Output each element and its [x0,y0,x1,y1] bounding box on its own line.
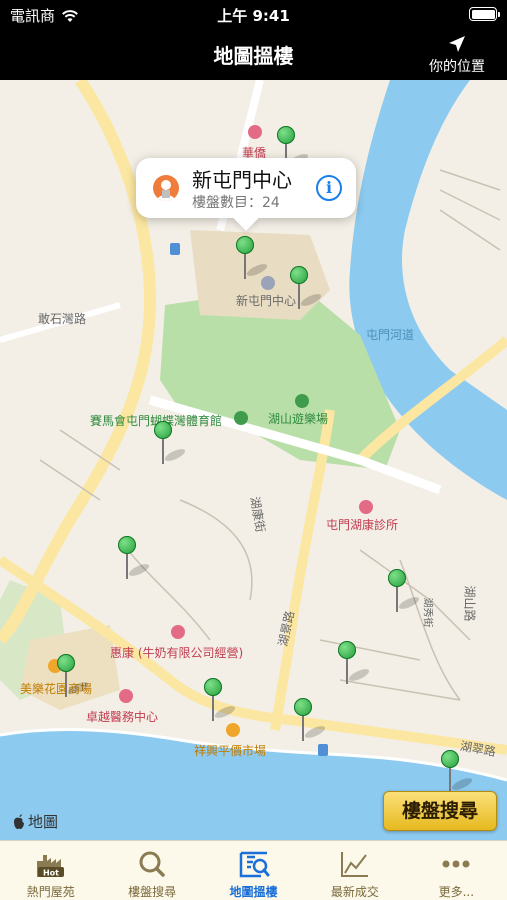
search-icon [139,851,165,877]
tab-bar: Hot 熱門屋苑 樓盤搜尋 地圖搵樓 最新成交 更多... [0,840,507,900]
tab-latest-transactions[interactable]: 最新成交 [304,841,405,900]
property-search-button[interactable]: 樓盤搜尋 [383,791,497,831]
map-pin[interactable] [290,266,323,314]
status-bar: 電訊商 上午 9:41 [0,0,507,28]
map-pin[interactable] [388,569,421,617]
map-label-shop: 惠康 (牛奶有限公司經營) [110,646,244,660]
map-pin[interactable] [57,654,90,702]
navigation-bar: 地圖搵樓 你的位置 [0,28,507,80]
tab-hot-estates[interactable]: Hot 熱門屋苑 [0,841,101,900]
info-icon[interactable]: i [316,175,342,201]
tab-label: 地圖搵樓 [229,885,278,899]
tab-label: 樓盤搜尋 [128,885,177,899]
map-label-street-right: 湖山路 [462,585,477,622]
map-label-center: 新屯門中心 [236,294,297,308]
map-pin[interactable] [118,536,151,584]
svg-text:Hot: Hot [43,869,59,878]
chart-icon [340,852,368,877]
map-search-icon [239,851,270,878]
tab-map-search[interactable]: 地圖搵樓 [203,841,304,900]
map-label-medical: 卓越醫務中心 [86,710,159,724]
map-callout[interactable]: 新屯門中心 樓盤數目：24 i [136,158,356,218]
tab-property-search[interactable]: 樓盤搜尋 [101,841,202,900]
map-label-street-left: 敢石灣路 [38,312,87,326]
estate-avatar-icon [153,175,179,201]
map-pin[interactable] [154,421,187,469]
map-pin[interactable] [294,698,327,746]
status-time: 上午 9:41 [217,7,290,25]
tab-label: 最新成交 [330,885,379,899]
map-label-clinic: 屯門湖康診所 [326,518,399,532]
map-label-street-right2: 湖秀街 [421,597,433,628]
map-label-river: 屯門河道 [366,328,415,342]
map-pin[interactable] [204,678,237,726]
hot-estates-icon: Hot [36,855,64,878]
map-pin[interactable] [236,236,269,284]
map-attribution: 地圖 [12,811,58,832]
callout-title: 新屯門中心 [192,168,292,192]
battery-icon [469,7,500,21]
map-label-market: 祥興平價市場 [194,744,267,758]
map-view[interactable]: 華僑 敢石灣路 新屯門中心 屯門河道 湖山遊樂場 賽馬會屯門蝴蝶灣體育館 屯門湖… [0,80,507,840]
apple-logo-icon [14,813,24,829]
your-location-button[interactable]: 你的位置 [417,32,497,76]
more-icon [442,860,470,868]
your-location-label: 你的位置 [429,59,485,75]
tab-label: 熱門屋苑 [26,885,75,899]
map-pin[interactable] [338,641,371,689]
tab-more[interactable]: 更多... [406,841,507,900]
tab-label: 更多... [438,885,475,899]
location-arrow-icon [449,36,465,52]
callout-subtitle: 樓盤數目：24 [192,195,280,211]
attribution-label: 地圖 [28,813,59,831]
map-label-park: 湖山遊樂場 [268,412,329,426]
